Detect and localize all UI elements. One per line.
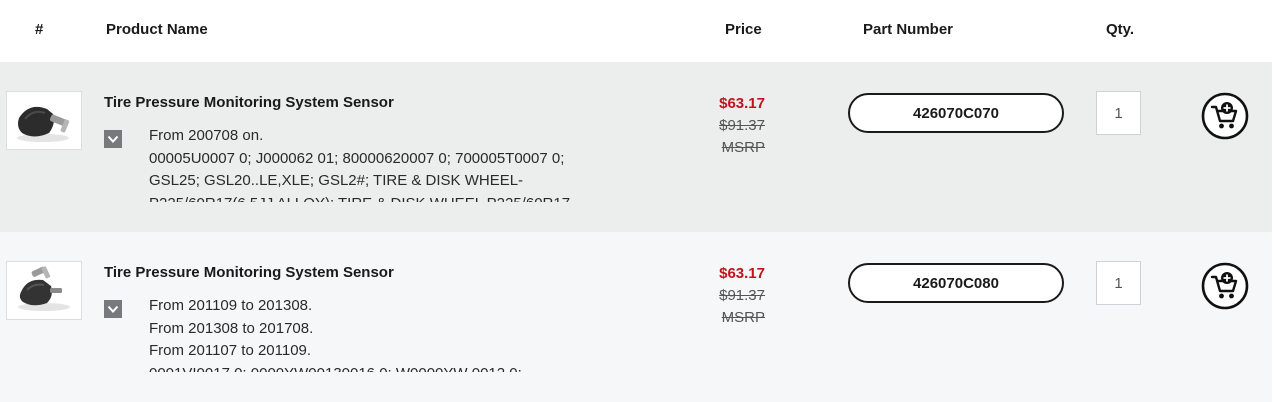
product-name[interactable]: Tire Pressure Monitoring System Sensor — [104, 264, 394, 281]
tpms-sensor-image — [7, 262, 81, 319]
description-line: GSL25; GSL20..LE,XLE; GSL2#; TIRE & DISK… — [149, 172, 524, 189]
product-description: From 200708 on. 00005U0007 0; J000062 01… — [149, 125, 619, 202]
add-to-cart-icon — [1201, 92, 1249, 140]
header-product-name: Product Name — [106, 21, 208, 38]
price-block: $63.17 $91.37 MSRP — [690, 93, 765, 159]
description-line: From 201109 to 201308. — [149, 297, 313, 314]
quantity-input[interactable]: 1 — [1096, 91, 1141, 135]
table-row: Tire Pressure Monitoring System Sensor F… — [0, 232, 1272, 402]
quantity-input[interactable]: 1 — [1096, 261, 1141, 305]
sale-price: $63.17 — [719, 265, 765, 282]
description-line: From 201107 to 201109. — [149, 342, 312, 359]
description-line: P225/60R17(6.5JJ ALLOY); TIRE & DISK WHE… — [149, 193, 619, 203]
chevron-down-icon — [107, 305, 119, 313]
add-to-cart-button[interactable] — [1201, 262, 1249, 310]
original-price: $91.37 — [719, 287, 765, 304]
description-line: From 200708 on. — [149, 127, 264, 144]
expand-toggle[interactable] — [104, 130, 122, 148]
header-index: # — [35, 21, 44, 38]
header-price: Price — [725, 21, 762, 38]
original-price: $91.37 — [719, 117, 765, 134]
product-description: From 201109 to 201308. From 201308 to 20… — [149, 295, 619, 372]
description-line: 0001VI0017 0; 0000YW00130016 0; W0000YW … — [149, 363, 619, 373]
description-line: 00005U0007 0; J000062 01; 80000620007 0;… — [149, 149, 565, 167]
header-qty: Qty. — [1106, 21, 1135, 38]
table-row: Tire Pressure Monitoring System Sensor F… — [0, 62, 1272, 232]
add-to-cart-button[interactable] — [1201, 92, 1249, 140]
price-block: $63.17 $91.37 MSRP — [690, 263, 765, 329]
part-number-button[interactable]: 426070C070 — [848, 93, 1064, 133]
chevron-down-icon — [107, 135, 119, 143]
table-header: # Product Name Price Part Number Qty. — [0, 0, 1280, 62]
part-number-button[interactable]: 426070C080 — [848, 263, 1064, 303]
header-part-number: Part Number — [863, 21, 954, 38]
tpms-sensor-image — [7, 92, 81, 149]
msrp-label: MSRP — [721, 139, 765, 156]
product-name[interactable]: Tire Pressure Monitoring System Sensor — [104, 94, 394, 111]
sale-price: $63.17 — [719, 95, 765, 112]
add-to-cart-icon — [1201, 262, 1249, 310]
expand-toggle[interactable] — [104, 300, 122, 318]
msrp-label: MSRP — [721, 309, 765, 326]
description-line: From 201308 to 201708. — [149, 319, 314, 337]
product-thumbnail[interactable] — [6, 91, 82, 150]
product-thumbnail[interactable] — [6, 261, 82, 320]
